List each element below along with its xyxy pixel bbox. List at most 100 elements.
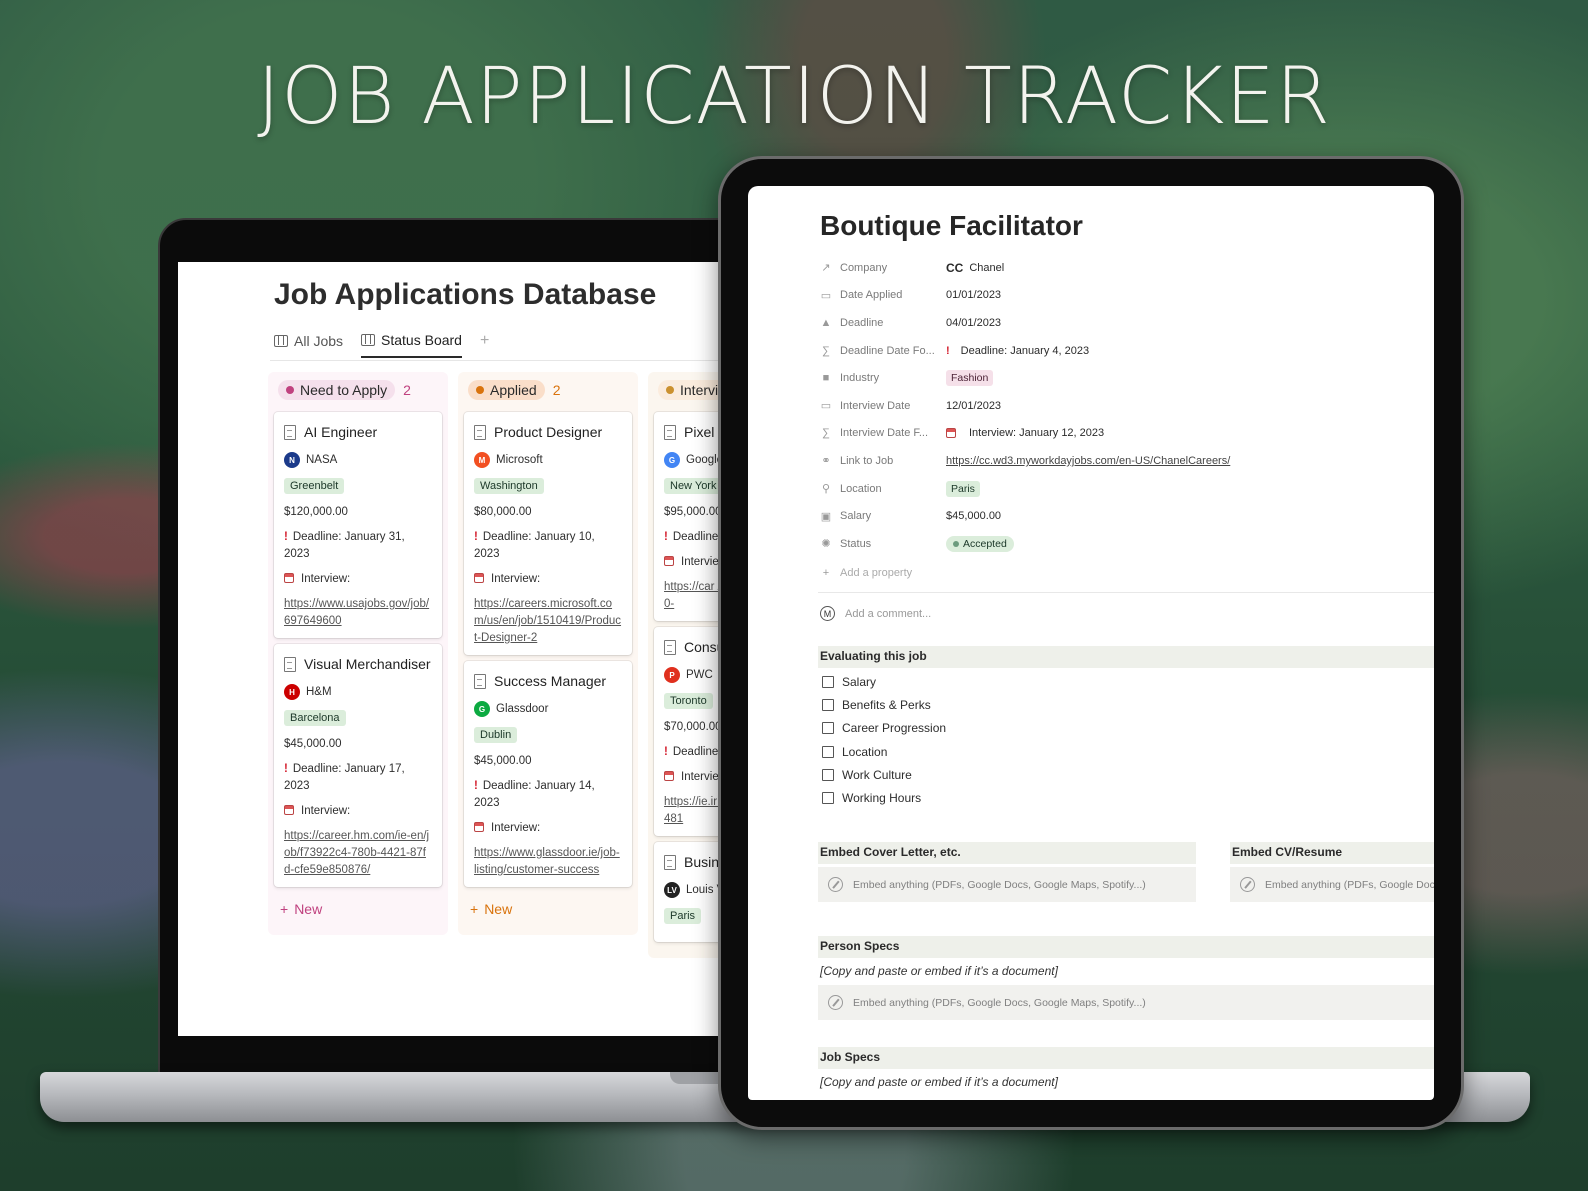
property-value-cell: Interview: January 12, 2023 <box>946 427 1104 439</box>
job-card[interactable]: Success Manager G Glassdoor Dublin $45,000.0… <box>464 661 632 887</box>
checkbox[interactable] <box>822 675 834 688</box>
property-label: Date Applied <box>840 289 903 302</box>
property-row[interactable]: ▲ Deadline 04/01/2023 <box>820 309 1420 337</box>
property-row[interactable]: ▣ Salary $45,000.00 <box>820 502 1420 530</box>
laptop-screen: Job Applications Database All Jobs Statu… <box>178 262 738 1036</box>
deadline-text: Deadline: January 14, 2023 <box>474 780 595 809</box>
tab-status-board[interactable]: Status Board <box>361 332 462 358</box>
tab-divider <box>270 360 738 361</box>
company-name: PWC <box>686 669 713 681</box>
property-row[interactable]: ✺ Status Accepted <box>820 530 1420 558</box>
property-value: Deadline: January 4, 2023 <box>960 344 1090 357</box>
location-tag: Barcelona <box>284 710 346 726</box>
salary: $120,000.00 <box>284 506 348 518</box>
exclamation-icon: ! <box>946 344 950 357</box>
property-row[interactable]: ⚭ Link to Job https://cc.wd3.myworkdayjobs… <box>820 447 1420 475</box>
embed-cover-block[interactable]: Embed anything (PDFs, Google Docs, Googl… <box>818 867 1196 902</box>
new-card-button[interactable]: + New <box>462 893 634 925</box>
link-icon: ⚭ <box>821 455 831 468</box>
exclamation-icon: ! <box>284 531 288 543</box>
property-row[interactable]: ■ Industry Fashion <box>820 364 1420 392</box>
checklist-item[interactable]: Working Hours <box>822 786 946 809</box>
job-title: AI Engineer <box>304 424 378 440</box>
new-card-button[interactable]: + New <box>272 893 444 925</box>
status-pill: Need to Apply <box>278 380 396 400</box>
property-value: 12/01/2023 <box>946 399 1002 412</box>
job-title: Pixel <box>684 424 715 440</box>
company-name: Glassdoor <box>496 703 549 715</box>
column-header[interactable]: Applied 2 <box>462 378 634 408</box>
property-row[interactable]: ∑ Deadline Date Fo...! Deadline: January 4… <box>820 337 1420 365</box>
location-tag: New York <box>664 478 723 494</box>
job-card[interactable]: Visual Merchandiser H H&M Barcelona $45,000.… <box>274 644 442 887</box>
job-card[interactable]: AI Engineer N NASA Greenbelt $120,000.00! Dea… <box>274 412 442 638</box>
embed-placeholder: Embed anything (PDFs, Google Doc <box>1265 878 1434 891</box>
add-property-button[interactable]: + Add a property <box>820 559 946 587</box>
property-name: ▭ Date Applied <box>820 289 946 302</box>
property-row[interactable]: ⚲ Location Paris <box>820 475 1420 503</box>
embed-person-specs-block[interactable]: Embed anything (PDFs, Google Docs, Googl… <box>818 985 1434 1020</box>
job-url-link[interactable]: https://career.hm.com/ie-en/job/f73922c4… <box>284 828 432 879</box>
card-title: Product Designer <box>474 422 622 442</box>
calendar-icon <box>664 556 674 566</box>
property-list: ↗ Company CC Chanel ▭ Date Applied 01/01/2023 ▲… <box>820 254 1420 558</box>
job-title: Visual Merchandiser <box>304 656 431 672</box>
page-title[interactable]: Boutique Facilitator <box>820 210 1083 242</box>
checkbox[interactable] <box>822 698 834 711</box>
checkbox[interactable] <box>822 768 834 781</box>
job-url-link[interactable]: https://www.glassdoor.ie/job-listing/cus… <box>474 845 622 879</box>
property-row[interactable]: ∑ Interview Date F... Interview: January 1… <box>820 420 1420 448</box>
tab-all-jobs[interactable]: All Jobs <box>274 332 343 358</box>
property-row[interactable]: ↗ Company CC Chanel <box>820 254 1420 282</box>
sigma-icon: ∑ <box>822 427 830 440</box>
status-icon: ✺ <box>821 538 831 551</box>
add-property-label: Add a property <box>840 566 913 579</box>
property-label: Status <box>840 537 872 550</box>
comment-input[interactable]: M Add a comment... <box>820 606 931 621</box>
property-name: ■ Industry <box>820 372 946 384</box>
page-icon <box>474 674 486 689</box>
page-icon <box>664 855 676 870</box>
add-view-button[interactable]: + <box>480 332 489 358</box>
person-specs-note: [Copy and paste or embed if it’s a docum… <box>820 964 1058 978</box>
checkbox[interactable] <box>822 792 834 805</box>
company-logo-icon: H <box>284 684 300 700</box>
interview-text: Interview: <box>491 822 541 834</box>
checklist-item[interactable]: Work Culture <box>822 763 946 786</box>
page-icon <box>664 640 676 655</box>
company-logo-icon: N <box>284 452 300 468</box>
interview-line: Interview: <box>474 820 622 837</box>
property-row[interactable]: ▭ Date Applied 01/01/2023 <box>820 282 1420 310</box>
deadline-text: Deadline: January 31, 2023 <box>284 531 405 560</box>
checkbox[interactable] <box>822 722 834 735</box>
job-url-link[interactable]: https://www.usajobs.gov/job/697649600 <box>284 596 432 630</box>
job-card[interactable]: Product Designer M Microsoft Washington $80,… <box>464 412 632 655</box>
property-value-cell: CC Chanel <box>946 261 1004 275</box>
property-name: ⚲ Location <box>820 483 946 496</box>
property-label: Deadline Date Fo... <box>840 344 935 357</box>
checkbox[interactable] <box>822 745 834 758</box>
avatar: M <box>820 606 835 621</box>
job-link[interactable]: https://cc.wd3.myworkdayjobs.com/en-US/C… <box>946 455 1230 467</box>
plus-icon: + <box>479 332 490 349</box>
checklist-item[interactable]: Benefits & Perks <box>822 693 946 716</box>
property-name: ∑ Interview Date F... <box>820 427 946 439</box>
company-logo-icon: LV <box>664 882 680 898</box>
status-dot <box>666 386 674 394</box>
checklist-item[interactable]: Location <box>822 740 946 763</box>
job-url-link[interactable]: https://careers.microsoft.com/us/en/job/… <box>474 596 622 647</box>
page-icon <box>284 657 296 672</box>
page-icon <box>474 425 486 440</box>
tab-label: All Jobs <box>294 333 344 349</box>
calendar-icon <box>474 573 484 583</box>
new-label: New <box>484 901 513 917</box>
embed-cv-block[interactable]: Embed anything (PDFs, Google Doc <box>1230 867 1434 902</box>
property-row[interactable]: ▭ Interview Date 12/01/2023 <box>820 392 1420 420</box>
checklist-item[interactable]: Career Progression <box>822 717 946 740</box>
column-header[interactable]: Need to Apply 2 <box>272 378 444 408</box>
checklist-label: Career Progression <box>842 721 947 736</box>
person-specs-heading: Person Specs <box>818 936 1434 958</box>
property-value-cell: 04/01/2023 <box>946 317 1001 329</box>
property-label: Salary <box>840 510 872 523</box>
checklist-item[interactable]: Salary <box>822 670 946 693</box>
